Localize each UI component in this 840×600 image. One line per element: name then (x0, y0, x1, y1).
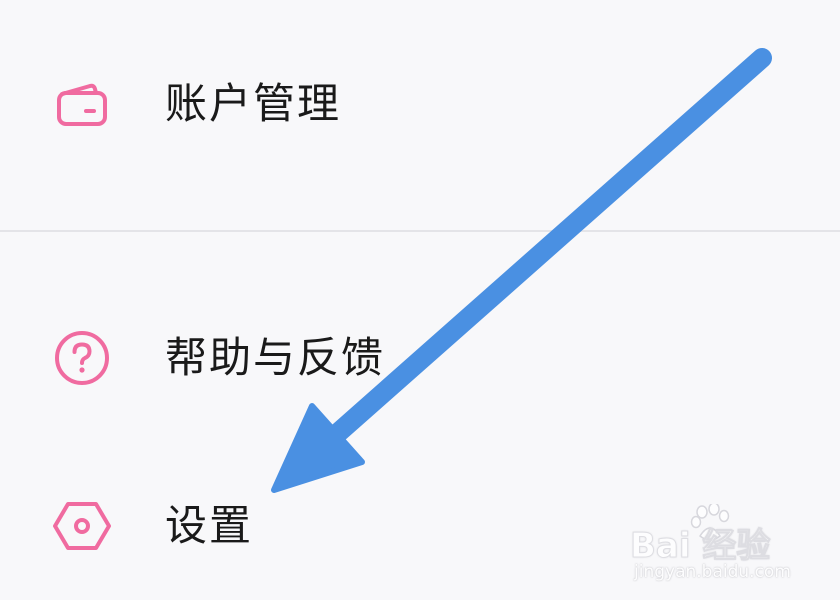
menu-page: 账户管理 帮助与反馈 设置 Bai 经验 jingyan.baidu.com (0, 0, 840, 600)
menu-item-label: 账户管理 (165, 79, 342, 128)
question-circle-icon (50, 326, 114, 390)
menu-item-label: 设置 (165, 501, 254, 550)
menu-item-settings[interactable]: 设置 (0, 466, 840, 586)
wallet-icon (50, 72, 114, 136)
menu-item-help[interactable]: 帮助与反馈 (0, 298, 840, 418)
menu-item-account[interactable]: 账户管理 (0, 44, 840, 164)
menu-item-label: 帮助与反馈 (165, 333, 386, 382)
divider (0, 230, 840, 232)
hexagon-settings-icon (50, 494, 114, 558)
